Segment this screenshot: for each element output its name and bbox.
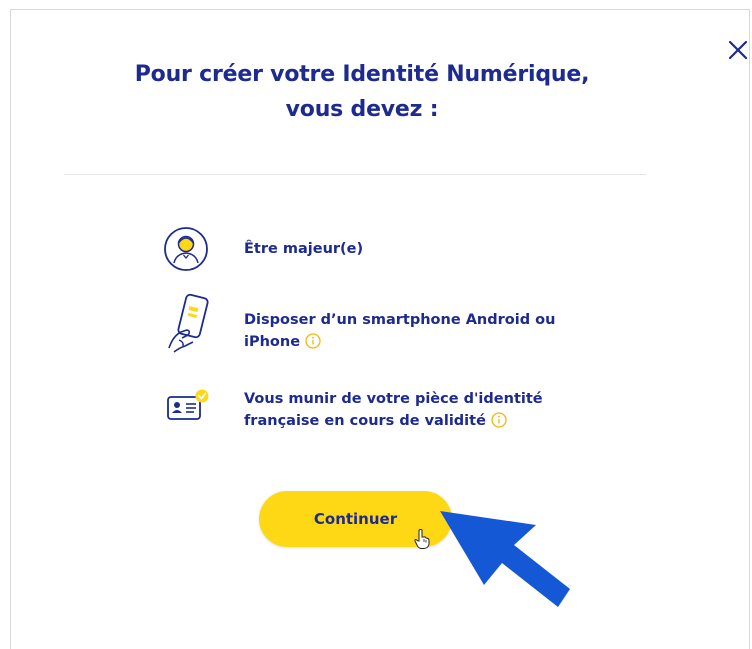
info-icon[interactable] xyxy=(305,333,321,356)
identity-requirements-dialog: Pour créer votre Identité Numérique, vou… xyxy=(10,9,750,649)
requirement-smartphone: Disposer d’un smartphone Android ou iPho… xyxy=(244,309,555,356)
adult-person-icon xyxy=(162,225,210,277)
title-line-1: Pour créer votre Identité Numérique, xyxy=(134,62,590,87)
smartphone-hand-icon xyxy=(165,290,213,366)
title-line-2: vous devez : xyxy=(285,97,439,122)
requirement-text: Être majeur(e) xyxy=(244,241,364,257)
dialog-title: Pour créer votre Identité Numérique, vou… xyxy=(11,57,713,127)
requirement-adult: Être majeur(e) xyxy=(244,238,363,260)
requirement-text: Vous munir de votre pièce d'identité xyxy=(244,391,543,407)
annotation-arrow-icon xyxy=(436,505,586,619)
requirement-text: française en cours de validité xyxy=(244,413,486,429)
divider xyxy=(64,174,646,175)
info-icon[interactable] xyxy=(491,412,507,435)
requirement-text: iPhone xyxy=(244,334,301,350)
close-button[interactable] xyxy=(725,37,751,63)
hand-pointer-cursor-icon xyxy=(413,528,431,554)
requirement-text: Disposer d’un smartphone Android ou xyxy=(244,312,556,328)
close-icon[interactable] xyxy=(725,37,751,63)
id-card-check-icon xyxy=(164,385,212,431)
requirement-id-document: Vous munir de votre pièce d'identité fra… xyxy=(244,388,543,435)
